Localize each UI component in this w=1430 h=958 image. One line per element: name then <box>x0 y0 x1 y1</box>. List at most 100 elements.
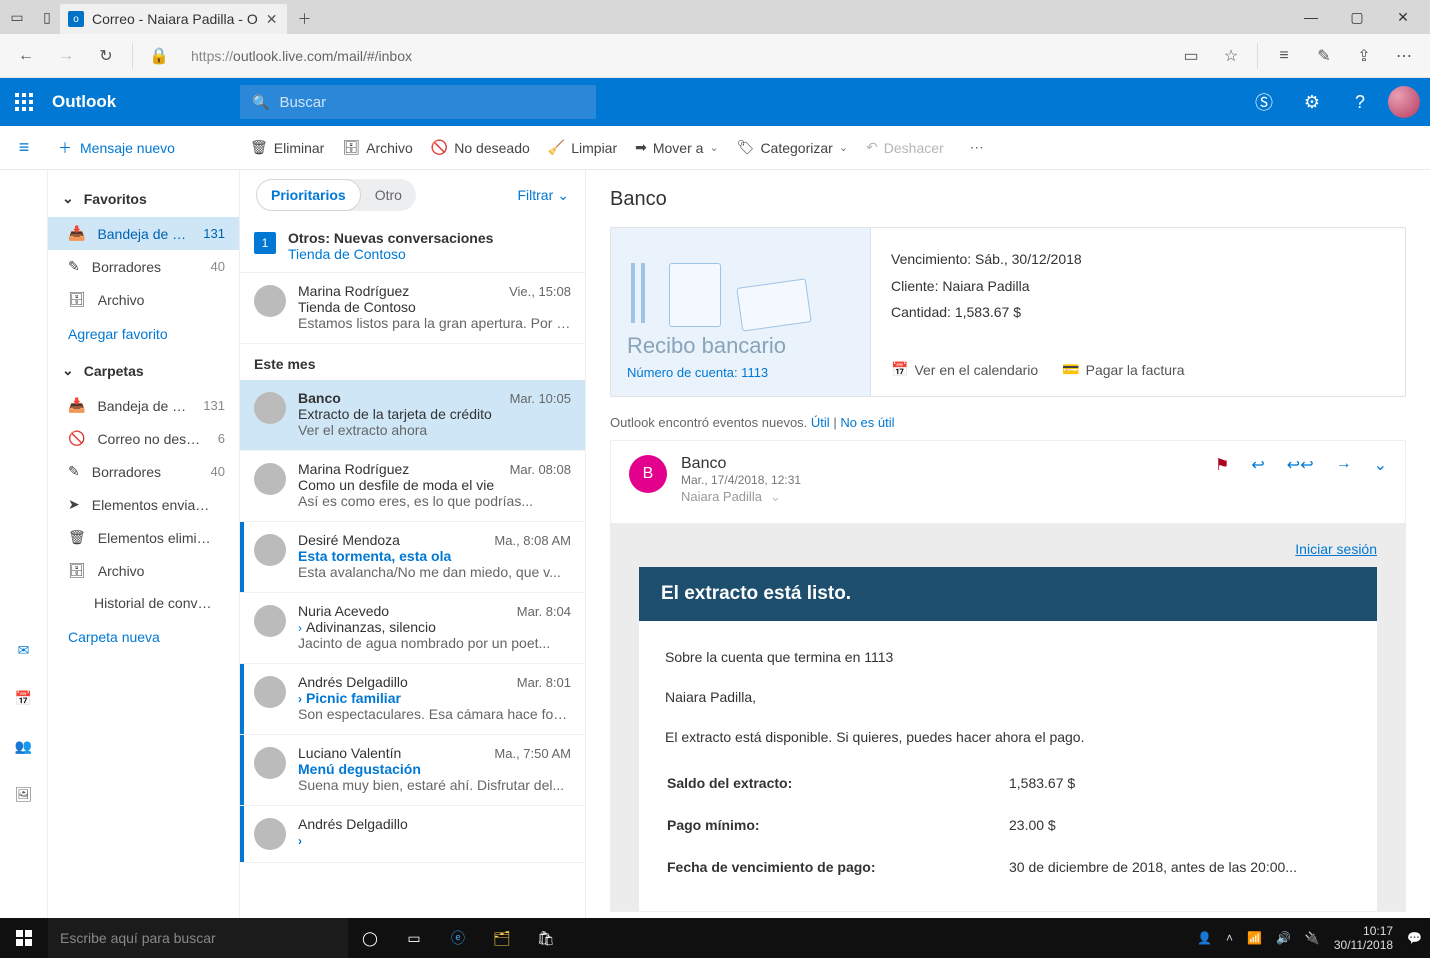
tab-other[interactable]: Otro <box>361 179 416 211</box>
new-tab-button[interactable]: ＋ <box>287 4 321 34</box>
window-minimize-icon[interactable]: — <box>1288 0 1334 34</box>
search-box[interactable]: 🔍 <box>240 85 596 119</box>
site-lock-icon[interactable]: 🔒 <box>141 38 177 74</box>
account-avatar[interactable] <box>1388 86 1420 118</box>
cortana-icon[interactable]: ◯ <box>348 918 392 958</box>
folders-header[interactable]: ⌄ Carpetas <box>48 352 239 389</box>
message-date: Vie., 15:08 <box>509 284 571 299</box>
chevron-right-icon: › <box>298 621 302 635</box>
explorer-icon[interactable]: 🗂 <box>480 918 524 958</box>
flag-icon[interactable]: ⚑ <box>1215 455 1229 475</box>
new-folder-link[interactable]: Carpeta nueva <box>48 619 239 655</box>
more-icon[interactable]: ⋯ <box>1386 38 1422 74</box>
reply-icon[interactable]: ↩ <box>1251 455 1264 475</box>
brand-label[interactable]: Outlook <box>48 92 240 112</box>
sidebar-item[interactable]: 🚫Correo no deseado6 <box>48 422 239 455</box>
sidebar-item-count: 131 <box>203 226 225 241</box>
calendar-icon[interactable]: 📅 <box>14 688 34 708</box>
sweep-button[interactable]: 🧹Limpiar <box>548 139 617 156</box>
message-item[interactable]: Andrés Delgadillo › <box>240 806 585 863</box>
taskbar-clock[interactable]: 10:17 30/11/2018 <box>1334 924 1393 953</box>
sidebar-item[interactable]: ✎Borradores40 <box>48 455 239 488</box>
forward-button[interactable]: → <box>48 38 84 74</box>
move-button[interactable]: ➡Mover a⌄ <box>635 139 719 156</box>
message-item[interactable]: Desiré MendozaMa., 8:08 AM Esta tormenta… <box>240 522 585 593</box>
tab-preview-icon[interactable]: ▭ <box>4 4 30 30</box>
message-item[interactable]: Marina RodríguezVie., 15:08 Tienda de Co… <box>240 273 585 344</box>
events-useful-link[interactable]: Útil <box>811 415 830 430</box>
tray-wifi-icon[interactable]: 📶 <box>1247 931 1262 945</box>
sidebar-item[interactable]: Historial de conversaciones <box>48 587 239 619</box>
other-inbox-summary[interactable]: 1 Otros: Nuevas conversaciones Tienda de… <box>240 220 585 273</box>
search-input[interactable] <box>279 94 584 111</box>
start-button[interactable] <box>0 918 48 958</box>
tray-up-icon[interactable]: ˄ <box>1226 931 1233 945</box>
help-icon[interactable]: ? <box>1336 78 1384 126</box>
action-center-icon[interactable]: 💬 <box>1407 931 1422 945</box>
share-icon[interactable]: ⇪ <box>1346 38 1382 74</box>
window-close-icon[interactable]: ✕ <box>1380 0 1426 34</box>
sidebar-item-count: 131 <box>203 398 225 413</box>
message-item[interactable]: Andrés DelgadilloMar. 8:01 ›Picnic famil… <box>240 664 585 735</box>
new-message-button[interactable]: ＋ Mensaje nuevo <box>58 138 175 158</box>
message-item[interactable]: Nuria AcevedoMar. 8:04 ›Adivinanzas, sil… <box>240 593 585 664</box>
photos-icon[interactable]: 🖼 <box>14 784 34 804</box>
people-icon[interactable]: 👥 <box>14 736 34 756</box>
address-bar[interactable]: https://outlook.live.com/mail/#/inbox <box>181 48 1169 64</box>
window-maximize-icon[interactable]: ▢ <box>1334 0 1380 34</box>
divider <box>132 43 133 69</box>
view-calendar-button[interactable]: 📅Ver en el calendario <box>891 361 1038 378</box>
message-item[interactable]: Luciano ValentínMa., 7:50 AM Menú degust… <box>240 735 585 806</box>
tray-people-icon[interactable]: 👤 <box>1197 931 1212 945</box>
edge-icon[interactable]: ⓔ <box>436 918 480 958</box>
sidebar-item[interactable]: 🗑Elementos elimin... <box>48 521 239 554</box>
set-aside-tabs-icon[interactable]: ▯ <box>34 4 60 30</box>
favorite-icon[interactable]: ☆ <box>1213 38 1249 74</box>
back-button[interactable]: ← <box>8 38 44 74</box>
settings-icon[interactable]: ⚙ <box>1288 78 1336 126</box>
archive-button[interactable]: 🗄Archivo <box>342 139 412 156</box>
reply-all-icon[interactable]: ↩↩ <box>1287 455 1314 475</box>
delete-button[interactable]: 🗑Eliminar <box>250 139 324 156</box>
sender-avatar <box>254 463 286 495</box>
sender-avatar <box>254 676 286 708</box>
browser-tab[interactable]: o Correo - Naiara Padilla - O ✕ <box>60 4 287 34</box>
sidebar-item[interactable]: ✎Borradores40 <box>48 250 239 283</box>
task-view-icon[interactable]: ▭ <box>392 918 436 958</box>
store-icon[interactable]: 🛍 <box>524 918 568 958</box>
forward-icon[interactable]: → <box>1336 455 1352 475</box>
focused-other-toggle[interactable]: Prioritarios Otro <box>256 179 416 211</box>
tray-volume-icon[interactable]: 🔊 <box>1276 931 1291 945</box>
events-not-useful-link[interactable]: No es útil <box>840 415 894 430</box>
sidebar-item[interactable]: 📥Bandeja de entrada131 <box>48 389 239 422</box>
more-commands-icon[interactable]: ⋯ <box>962 139 994 156</box>
sidebar-item[interactable]: ➤Elementos enviados <box>48 488 239 521</box>
sidebar-item[interactable]: 🗄Archivo <box>48 283 239 316</box>
mail-icon[interactable]: ✉ <box>14 640 34 660</box>
skype-icon[interactable]: Ⓢ <box>1240 78 1288 126</box>
body-line: Sobre la cuenta que termina en 1113 <box>665 643 1351 671</box>
tab-focused[interactable]: Prioritarios <box>256 179 361 211</box>
message-item[interactable]: BancoMar. 10:05 Extracto de la tarjeta d… <box>240 380 585 451</box>
add-favorite-link[interactable]: Agregar favorito <box>48 316 239 352</box>
tab-close-icon[interactable]: ✕ <box>266 11 278 28</box>
categorize-button[interactable]: 🏷Categorizar⌄ <box>737 139 848 156</box>
favorites-header[interactable]: ⌄ Favoritos <box>48 180 239 217</box>
login-link[interactable]: Iniciar sesión <box>639 541 1377 557</box>
nav-toggle-icon[interactable]: ≡ <box>0 137 48 158</box>
message-item[interactable]: Marina RodríguezMar. 08:08 Como un desfi… <box>240 451 585 522</box>
chevron-down-icon[interactable]: ⌄ <box>1374 455 1387 475</box>
tray-power-icon[interactable]: 🔌 <box>1305 931 1320 945</box>
reading-view-icon[interactable]: ▭ <box>1173 38 1209 74</box>
sidebar-item[interactable]: 🗄Archivo <box>48 554 239 587</box>
pay-bill-button[interactable]: 💳Pagar la factura <box>1062 361 1184 378</box>
filter-button[interactable]: Filtrar ⌄ <box>517 187 569 204</box>
refresh-button[interactable]: ↻ <box>88 38 124 74</box>
chevron-down-icon[interactable]: ⌄ <box>770 489 781 504</box>
notes-icon[interactable]: ✎ <box>1306 38 1342 74</box>
sidebar-item[interactable]: 📥Bandeja de entrada131 <box>48 217 239 250</box>
app-launcher-icon[interactable] <box>0 78 48 126</box>
hub-icon[interactable]: ≡ <box>1266 38 1302 74</box>
junk-button[interactable]: 🚫No deseado <box>431 139 530 156</box>
taskbar-search[interactable]: Escribe aquí para buscar <box>48 918 348 958</box>
